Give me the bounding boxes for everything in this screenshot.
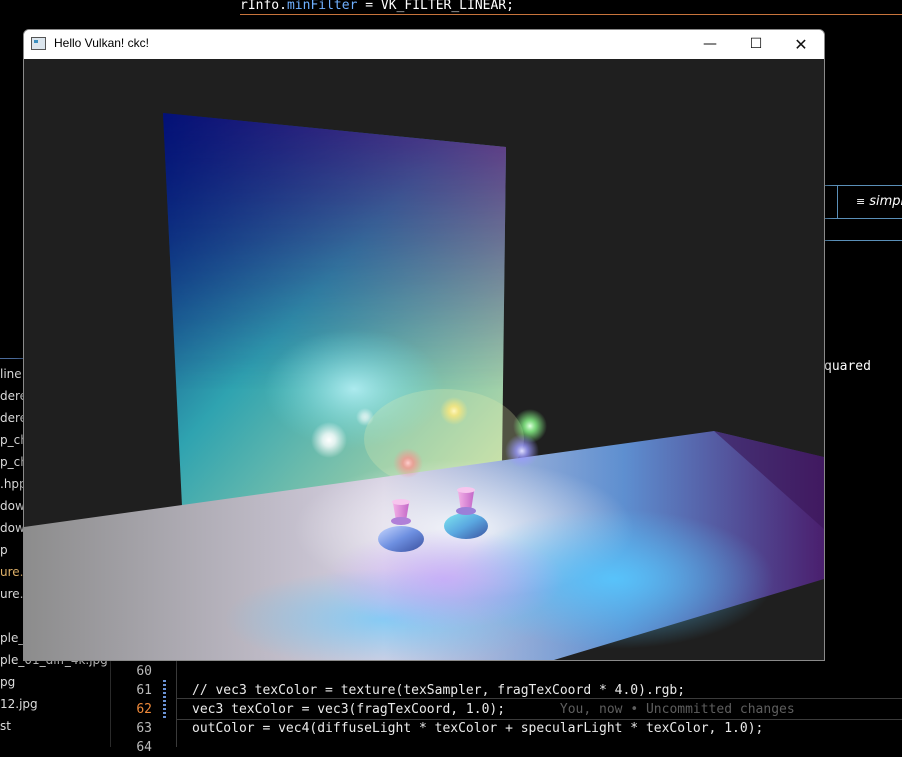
window-titlebar[interactable]: Hello Vulkan! ckc! — ☐ ✕ [24, 30, 824, 59]
minimize-button[interactable]: — [687, 30, 733, 59]
editor-tab[interactable]: ≡ simpl [856, 194, 902, 209]
code-fragment: quared [824, 359, 871, 374]
close-button[interactable]: ✕ [778, 30, 824, 59]
code-token-prefix: rInfo. [240, 0, 287, 13]
code-token-rest: = VK_FILTER_LINEAR; [357, 0, 514, 13]
explorer-item[interactable]: st [0, 715, 11, 737]
app-icon [31, 37, 46, 50]
code-line-top: rInfo.minFilter = VK_FILTER_LINEAR; [240, 0, 902, 15]
explorer-item[interactable]: pg [0, 671, 15, 693]
explorer-item[interactable]: 12.jpg [0, 693, 38, 715]
git-blame-annotation: You, now • Uncommitted changes [559, 702, 795, 717]
code-token-field: minFilter [286, 0, 358, 13]
vulkan-window: Hello Vulkan! ckc! — ☐ ✕ [23, 29, 825, 661]
line-number: 64 [136, 740, 152, 755]
point-light-blue [505, 434, 539, 468]
code-line[interactable]: // vec3 texColor = texture(texSampler, f… [192, 681, 685, 700]
point-light-yellow [440, 397, 468, 425]
code-area[interactable]: // vec3 texColor = texture(texSampler, f… [192, 660, 902, 747]
explorer-item[interactable]: p [0, 539, 8, 561]
line-number: 63 [136, 721, 152, 736]
code-line-text: vec3 texColor = vec3(fragTexCoord, 1.0); [192, 702, 506, 717]
render-viewport[interactable] [24, 59, 824, 660]
code-line[interactable]: outColor = vec4(diffuseLight * texColor … [192, 719, 763, 738]
rendered-scene [24, 113, 824, 660]
editor-tab-bar: ≡ simpl [823, 185, 902, 219]
line-number: 60 [136, 664, 152, 679]
tab-divider [837, 186, 838, 218]
editor-tab-label: simpl [869, 194, 902, 209]
code-line-current[interactable]: vec3 texColor = vec3(fragTexCoord, 1.0);… [192, 700, 795, 719]
line-number-gutter: 60 61 62 63 64 [112, 660, 172, 755]
explorer-item[interactable]: ple_ [0, 627, 24, 649]
window-title: Hello Vulkan! ckc! [54, 36, 149, 50]
git-diff-marker [163, 680, 166, 720]
line-number-current: 62 [136, 702, 152, 717]
explorer-item[interactable]: line [0, 363, 22, 385]
floor-plane [24, 431, 824, 660]
point-light-white [311, 422, 347, 458]
point-light-red [393, 448, 423, 478]
point-light-small [356, 408, 374, 426]
tab-underline [823, 240, 902, 241]
line-number: 61 [136, 683, 152, 698]
maximize-button[interactable]: ☐ [733, 30, 779, 59]
lines-icon: ≡ [856, 195, 866, 208]
